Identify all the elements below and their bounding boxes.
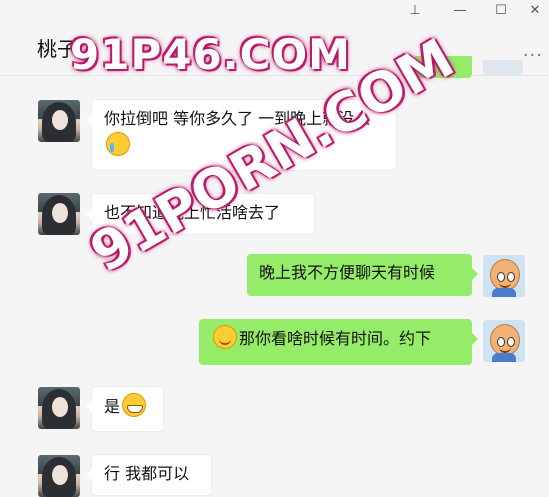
message-text: 你拉倒吧 等你多久了 一到晚上就没人 bbox=[104, 109, 371, 128]
grin-emoji bbox=[122, 393, 147, 417]
minimize-icon[interactable]: — bbox=[449, 2, 471, 20]
close-icon[interactable]: ✕ bbox=[524, 2, 546, 20]
message-bubble-received[interactable]: 你拉倒吧 等你多久了 一到晚上就没人 bbox=[86, 99, 397, 171]
message-text: 晚上我不方便聊天有时候 bbox=[259, 263, 436, 282]
message-text: 是 bbox=[104, 397, 121, 416]
previous-message-peek bbox=[415, 56, 472, 78]
message-text: 那你看啥时候有时间。约下 bbox=[239, 329, 432, 348]
contact-avatar[interactable] bbox=[38, 455, 80, 497]
message-bubble-received[interactable]: 行 我都可以 bbox=[86, 454, 212, 496]
contact-avatar[interactable] bbox=[38, 193, 80, 235]
message-bubble-sent[interactable]: 那你看啥时候有时间。约下 bbox=[199, 319, 478, 365]
previous-avatar-peek bbox=[483, 60, 523, 76]
maximize-icon[interactable]: ☐ bbox=[490, 2, 512, 20]
contact-avatar[interactable] bbox=[38, 100, 80, 142]
message-text: 也不知道晚上忙活啥去了 bbox=[104, 203, 281, 222]
user-avatar[interactable] bbox=[483, 255, 525, 297]
message-text: 行 我都可以 bbox=[104, 464, 190, 483]
crying-laughing-emoji bbox=[106, 132, 130, 156]
pin-icon[interactable]: ⊥ bbox=[404, 2, 426, 20]
message-bubble-received[interactable]: 也不知道晚上忙活啥去了 bbox=[86, 193, 315, 235]
user-avatar[interactable] bbox=[483, 320, 525, 362]
message-bubble-sent[interactable]: 晚上我不方便聊天有时候 bbox=[247, 254, 478, 296]
message-bubble-received[interactable]: 是 bbox=[86, 386, 164, 432]
contact-avatar[interactable] bbox=[38, 387, 80, 429]
chat-title: 桃子 bbox=[37, 37, 77, 61]
more-options-button[interactable]: ... bbox=[523, 40, 543, 61]
smile-emoji bbox=[213, 325, 237, 349]
